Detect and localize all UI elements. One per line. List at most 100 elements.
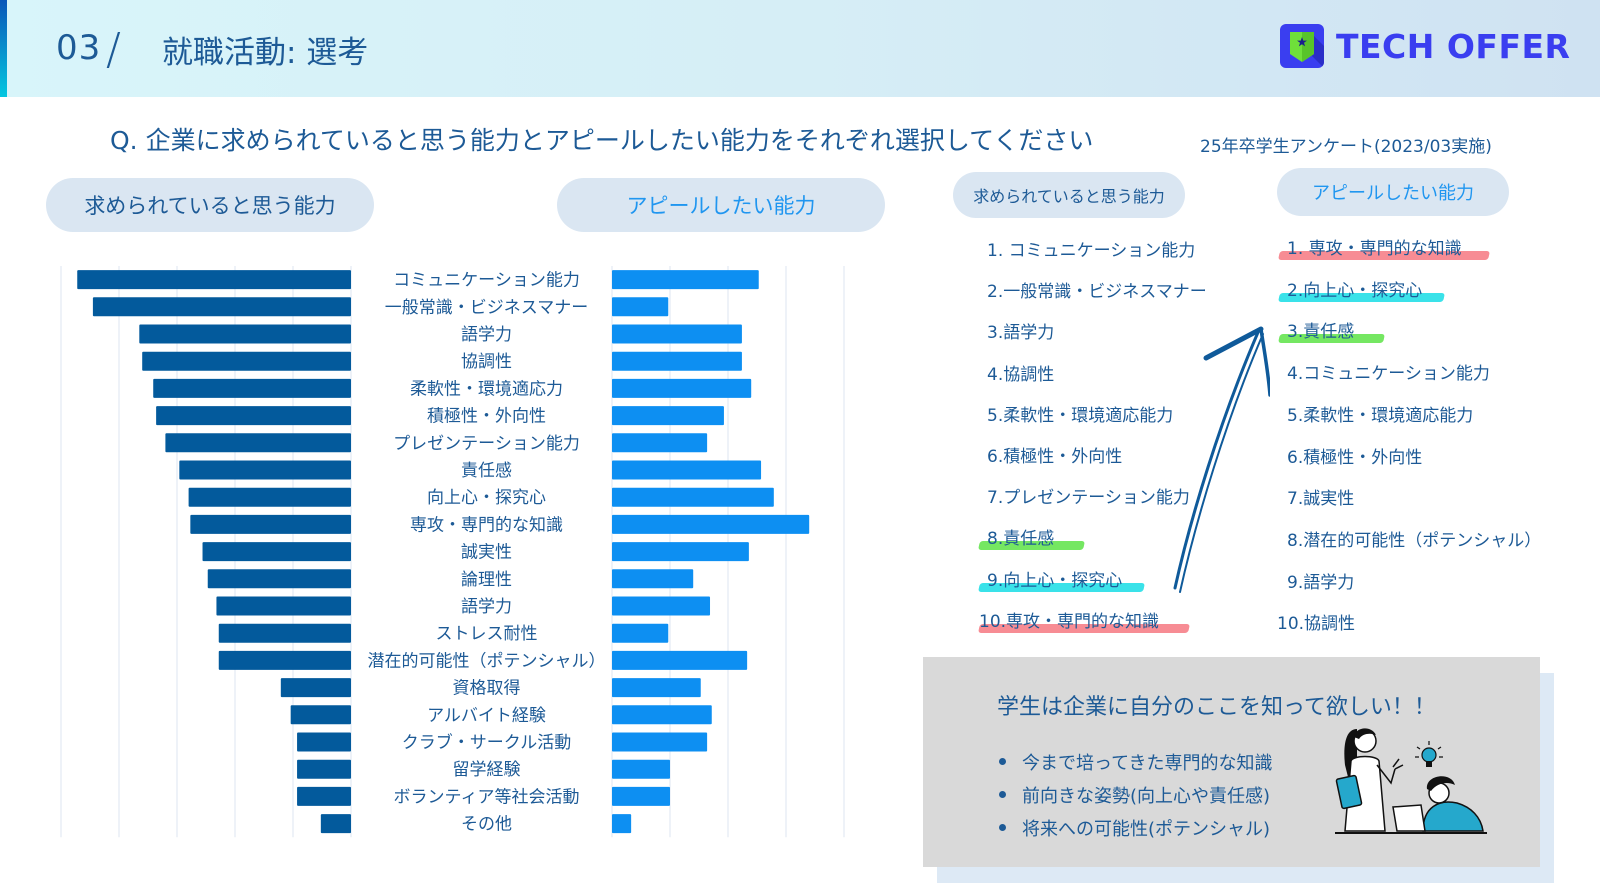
ranking-item-required: 9.向上心・探究心 <box>987 570 1123 591</box>
category-label: 向上心・探究心 <box>427 488 546 508</box>
bar-required <box>156 406 351 426</box>
category-label: 柔軟性・環境適応力 <box>410 379 563 399</box>
bar-required <box>179 460 351 480</box>
category-label: 積極性・外向性 <box>427 407 546 427</box>
bar-appeal <box>612 351 742 371</box>
bar-required <box>320 814 351 834</box>
bar-required <box>297 759 351 779</box>
category-label: 協調性 <box>461 352 512 372</box>
bullet-dot-icon <box>999 824 1006 831</box>
section-number: 03 <box>56 28 102 68</box>
bar-appeal <box>612 705 712 725</box>
header-bar: 03 / 就職活動: 選考 TECH OFFER <box>0 0 1600 97</box>
chart-pill-appeal: アピールしたい能力 <box>557 178 885 232</box>
bar-appeal <box>612 759 670 779</box>
survey-note: 25年卒学生アンケート(2023/03実施) <box>1200 137 1492 157</box>
callout-bullet: 今まで培ってきた専門的な知識 <box>999 745 1273 778</box>
bar-appeal <box>612 297 669 317</box>
bar-appeal <box>612 378 752 398</box>
bar-appeal <box>612 650 748 670</box>
ranking-item-required: 8.責任感 <box>987 529 1055 550</box>
chart-pill-required: 求められていると思う能力 <box>46 178 374 232</box>
section-separator: / <box>106 24 121 75</box>
bar-appeal <box>612 270 759 290</box>
ranking-item-required: 4.協調性 <box>987 364 1055 385</box>
ranking-item-appeal: 9.語学力 <box>1287 572 1355 593</box>
category-label: 語学力 <box>461 325 512 345</box>
bullet-dot-icon <box>999 791 1006 798</box>
bar-required <box>280 678 351 698</box>
category-label: 専攻・専門的な知識 <box>410 515 563 535</box>
ranking-item-appeal: 7.誠実性 <box>1287 489 1355 510</box>
bar-appeal <box>612 786 670 806</box>
header-accent-stripe <box>0 0 7 97</box>
ranking-item-appeal: 2.向上心・探究心 <box>1287 280 1423 301</box>
bar-appeal <box>612 433 708 453</box>
category-label: 責任感 <box>461 461 512 481</box>
ranking-item-required: 5.柔軟性・環境適応能力 <box>987 405 1174 426</box>
bar-required <box>202 542 351 562</box>
survey-question: Q. 企業に求められていると思う能力とアピールしたい能力をそれぞれ選択してくださ… <box>110 126 1094 155</box>
bar-required <box>188 487 351 507</box>
bar-required <box>218 650 351 670</box>
bar-required <box>290 705 351 725</box>
bar-appeal <box>612 732 708 752</box>
shield-star-icon <box>1280 24 1324 68</box>
callout-bullet: 将来への可能性(ポテンシャル) <box>999 811 1273 844</box>
bar-required <box>297 732 351 752</box>
ranking-item-required: 6.積極性・外向性 <box>987 447 1123 467</box>
ranking-item-appeal: 3.責任感 <box>1287 322 1355 343</box>
ranking-item-required: 3.語学力 <box>987 323 1055 344</box>
category-label: 留学経験 <box>453 760 521 780</box>
rising-arrow-icon <box>1173 326 1270 593</box>
bar-appeal <box>612 460 762 480</box>
bar-required <box>142 351 351 371</box>
bar-required <box>216 596 351 616</box>
bar-appeal <box>612 678 701 698</box>
bar-appeal <box>612 324 742 344</box>
bar-required <box>92 297 352 317</box>
category-label: 語学力 <box>461 597 512 617</box>
bar-appeal <box>612 569 694 589</box>
bar-required <box>207 569 351 589</box>
category-label: 資格取得 <box>453 679 521 699</box>
bar-appeal <box>612 514 810 534</box>
category-label: クラブ・サークル活動 <box>402 732 572 753</box>
category-label: 論理性 <box>461 570 512 590</box>
category-label: アルバイト経験 <box>427 706 546 726</box>
bar-required <box>139 324 351 344</box>
bar-required <box>190 514 351 534</box>
bar-appeal <box>612 542 749 562</box>
ranking-item-appeal: 4.コミュニケーション能力 <box>1287 364 1490 385</box>
category-label: プレゼンテーション能力 <box>393 434 580 454</box>
callout-bullet: 前向きな姿勢(向上心や責任感) <box>999 778 1273 811</box>
category-label: ボランティア等社会活動 <box>394 787 580 807</box>
bar-required <box>77 270 352 290</box>
bar-required <box>153 378 351 398</box>
bar-appeal <box>612 596 711 616</box>
callout-bullet-list: 今まで培ってきた専門的な知識 前向きな姿勢(向上心や責任感) 将来への可能性(ポ… <box>999 745 1273 844</box>
callout-headline: 学生は企業に自分のここを知って欲しい！！ <box>997 695 1436 720</box>
ranking-item-required: 10.専攻・専門的な知識 <box>979 611 1160 632</box>
butterfly-bar-chart: コミュニケーション能力一般常識・ビジネスマナー語学力協調性柔軟性・環境適応力積極… <box>60 266 845 838</box>
ranking-pill-appeal: アピールしたい能力 <box>1277 168 1509 216</box>
ranking-item-appeal: 8.潜在的可能性（ポテンシャル） <box>1287 530 1542 551</box>
logo-wordmark: TECH OFFER <box>1336 26 1571 66</box>
bar-required <box>297 786 351 806</box>
category-label: 一般常識・ビジネスマナー <box>385 298 589 318</box>
bar-appeal <box>612 487 774 507</box>
category-label: 潜在的可能性（ポテンシャル） <box>368 651 606 671</box>
tech-offer-logo: TECH OFFER <box>1280 24 1570 68</box>
bullet-dot-icon <box>999 758 1006 765</box>
callout-box: 学生は企業に自分のここを知って欲しい！！ 今まで培ってきた専門的な知識 前向きな… <box>923 657 1540 867</box>
category-label: ストレス耐性 <box>436 624 538 644</box>
bar-required <box>218 623 351 643</box>
category-label: コミュニケーション能力 <box>393 271 580 291</box>
category-label: その他 <box>461 815 512 835</box>
bar-appeal <box>612 814 632 834</box>
ranking-item-required: 1. コミュニケーション能力 <box>987 241 1196 261</box>
ranking-item-appeal: 6.積極性・外向性 <box>1287 447 1423 468</box>
ranking-pill-required: 求められていると思う能力 <box>953 172 1185 218</box>
page-title: 就職活動: 選考 <box>162 35 369 71</box>
ranking-item-required: 2.一般常識・ビジネスマナー <box>987 282 1207 303</box>
